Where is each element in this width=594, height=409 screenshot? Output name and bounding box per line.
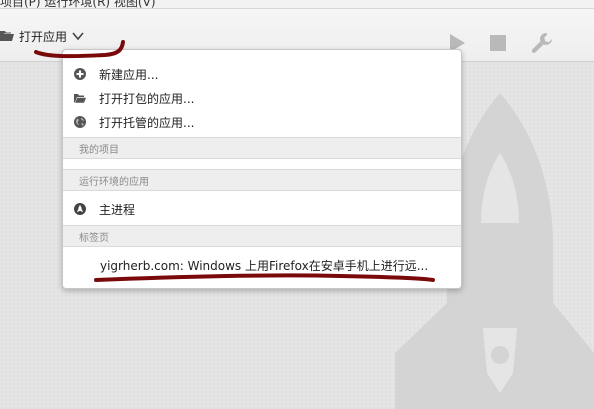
menu-bar: 项目(P) 运行环境(R) 视图(V) [0, 0, 594, 9]
chevron-down-icon [72, 32, 84, 41]
section-header-label: 标签页 [79, 232, 109, 244]
menu-item-label: 打开托管的应用... [99, 115, 195, 130]
folder-icon [74, 94, 86, 103]
section-header-runtime-apps: 运行环境的应用 [63, 169, 461, 191]
menu-item-label: 主进程 [99, 202, 136, 217]
plus-circle-icon [74, 68, 86, 80]
menu-item-label: yigrherb.com: Windows 上用Firefox在安卓手机上进行远… [100, 258, 429, 273]
menu-item-tab[interactable]: yigrherb.com: Windows 上用Firefox在安卓手机上进行远… [63, 253, 461, 277]
section-header-my-projects: 我的项目 [63, 137, 461, 159]
menu-bar-text[interactable]: 项目(P) 运行环境(R) 视图(V) [0, 0, 156, 8]
menu-item-label: 打开打包的应用... [99, 91, 195, 106]
globe-icon [74, 116, 86, 128]
open-app-button[interactable]: 打开应用 [0, 26, 84, 46]
menu-item-open-packaged-app[interactable]: 打开打包的应用... [63, 86, 461, 110]
stop-icon[interactable] [489, 34, 507, 52]
menu-item-label: 新建应用... [99, 67, 159, 82]
section-header-label: 我的项目 [79, 144, 119, 156]
section-header-tabs: 标签页 [63, 225, 461, 247]
menu-item-open-hosted-app[interactable]: 打开托管的应用... [63, 110, 461, 134]
dropdown-caret [70, 50, 89, 59]
wrench-icon[interactable] [531, 32, 553, 54]
menu-item-main-process[interactable]: 主进程 [63, 197, 461, 221]
open-app-dropdown: 新建应用... 打开打包的应用... 打开托管的应用... 我的项目 运行环境的… [62, 49, 462, 289]
open-app-label: 打开应用 [19, 29, 68, 44]
section-header-label: 运行环境的应用 [79, 176, 149, 188]
rocket-badge-icon [74, 203, 86, 215]
folder-icon [0, 31, 14, 41]
menu-item-new-app[interactable]: 新建应用... [63, 62, 461, 86]
